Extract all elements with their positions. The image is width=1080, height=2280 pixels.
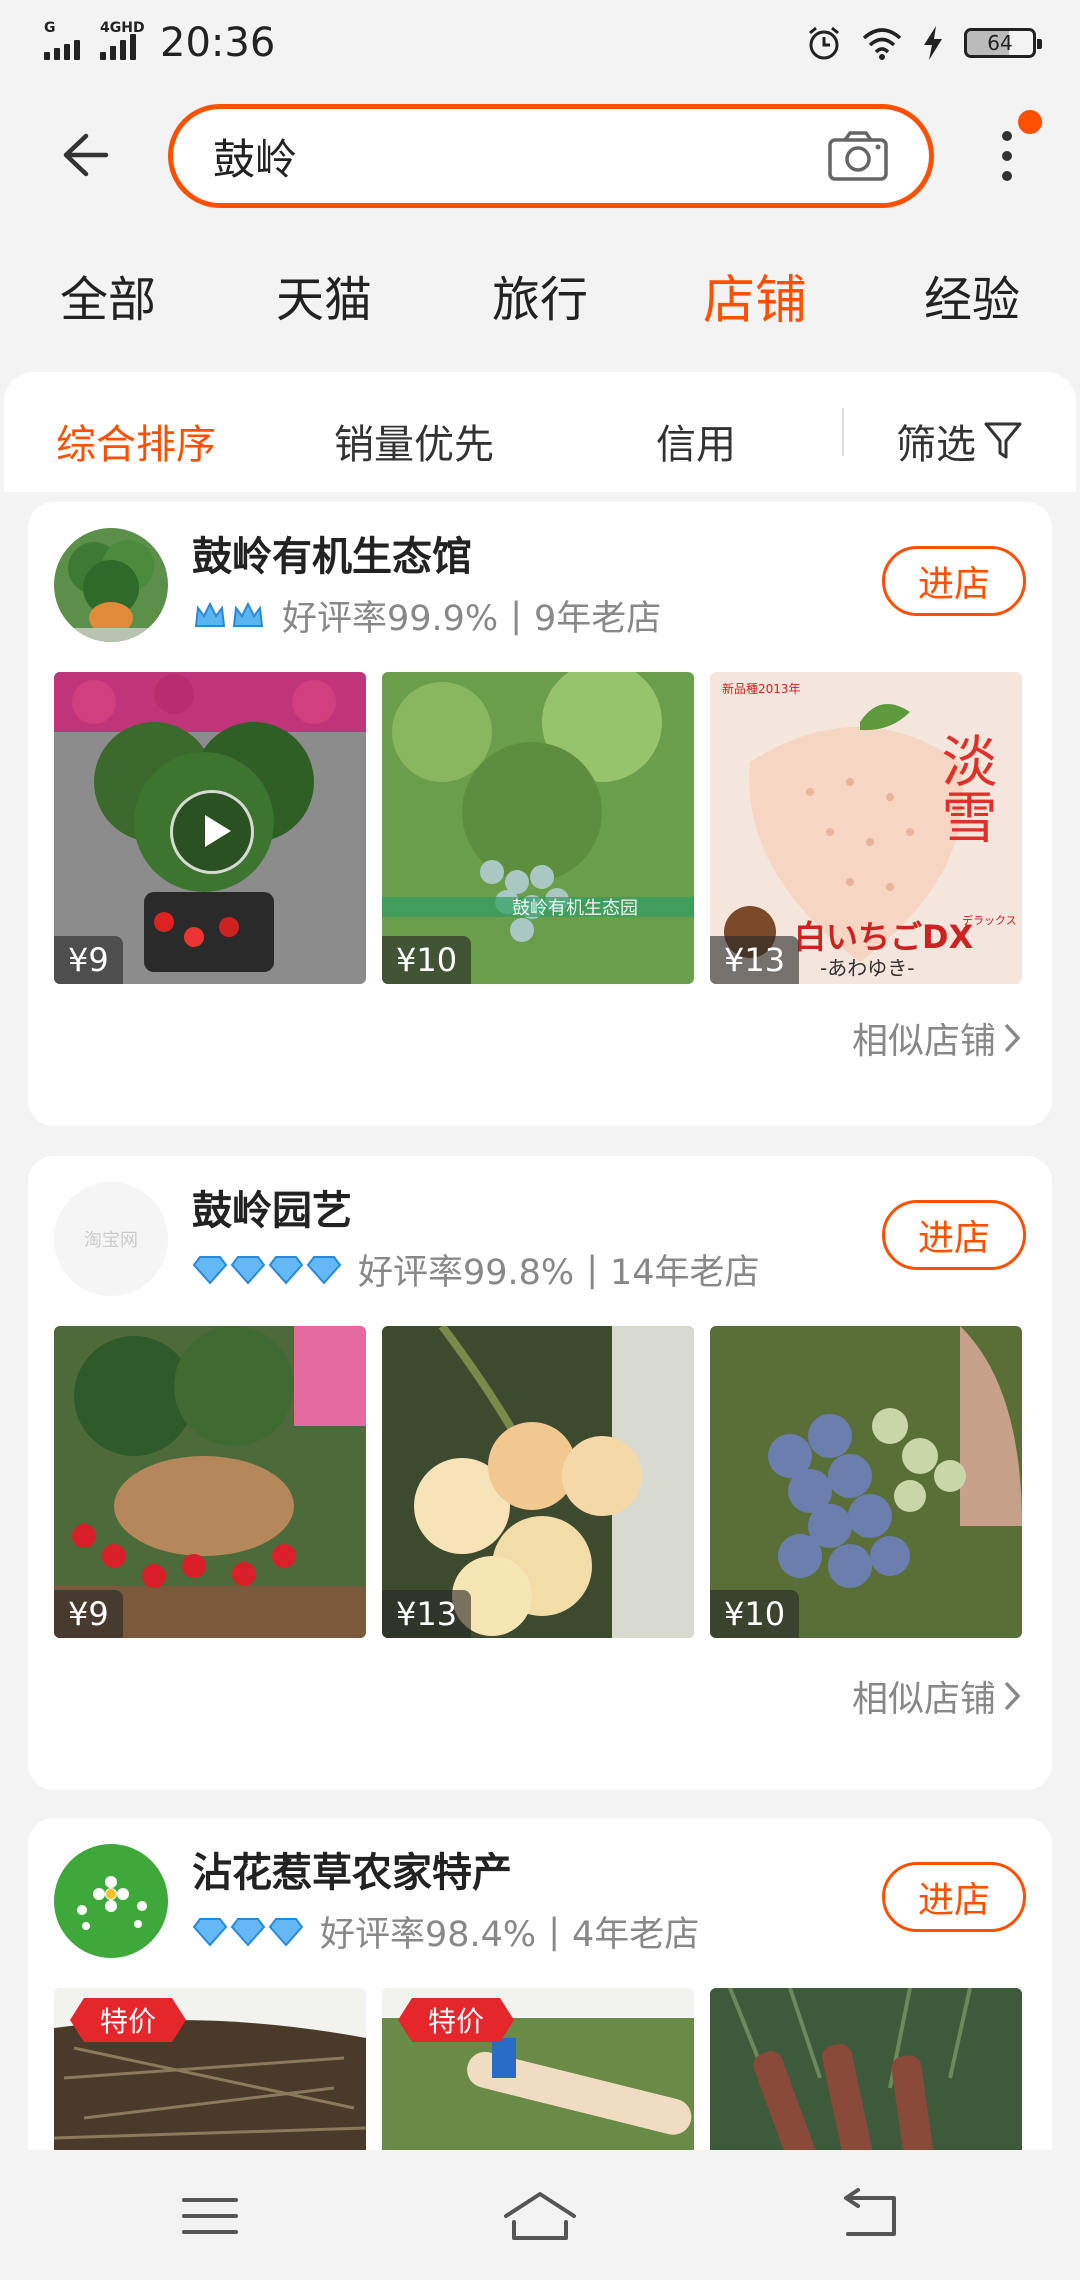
- rating: 好评率98.4%: [320, 1915, 537, 1955]
- tab-experience[interactable]: 经验: [924, 260, 1020, 330]
- shop-name[interactable]: 鼓岭有机生态馆: [192, 524, 472, 582]
- shop-meta: 好评率98.4% | 4年老店: [192, 1906, 699, 1957]
- product-thumbnail[interactable]: [710, 1988, 1022, 2150]
- battery-icon: 64: [964, 28, 1042, 58]
- price-tag: ¥10: [710, 1590, 800, 1638]
- product-thumbnail[interactable]: ¥13: [382, 1326, 694, 1638]
- filter-button[interactable]: 筛选: [896, 412, 1022, 470]
- diamond-icon: [268, 1255, 304, 1285]
- enter-shop-button[interactable]: 进店: [882, 1200, 1026, 1270]
- crown-icon: [194, 601, 226, 627]
- shop-age: 9年老店: [533, 599, 662, 639]
- price-tag: ¥13: [382, 1590, 472, 1638]
- charging-icon: [924, 26, 942, 60]
- system-nav-bar: [0, 2150, 1080, 2280]
- product-title-cn: 淡雪: [932, 732, 997, 844]
- enter-shop-button[interactable]: 进店: [882, 546, 1026, 616]
- shop-avatar[interactable]: 淘宝网: [54, 1182, 168, 1296]
- diamond-icon: [268, 1917, 304, 1947]
- product-thumbnail[interactable]: ¥9: [54, 672, 366, 984]
- sort-comprehensive[interactable]: 综合排序: [56, 412, 216, 470]
- diamond-badges: [192, 1254, 342, 1286]
- alarm-icon: [809, 26, 839, 60]
- rating: 好评率99.8%: [358, 1253, 575, 1293]
- divider: [842, 408, 844, 456]
- sort-credit[interactable]: 信用: [656, 412, 736, 470]
- search-category-tabs: 全部 天猫 旅行 店铺 经验: [0, 260, 1080, 340]
- signal-4g-icon: 4GHD: [100, 20, 145, 60]
- menu-icon[interactable]: [170, 2188, 250, 2244]
- product-thumbnail[interactable]: 鼓岭有机生态园 ¥10: [382, 672, 694, 984]
- similar-shops-link[interactable]: 相似店铺: [852, 1012, 1022, 1064]
- chevron-right-icon: [1004, 1023, 1021, 1053]
- clock: 20:36: [160, 20, 276, 66]
- shop-meta: 好评率99.8% | 14年老店: [192, 1244, 760, 1295]
- shop-card[interactable]: 鼓岭有机生态馆 好评率99.9% | 9年老店 进店 ¥9 鼓岭有机生态园 ¥1…: [28, 502, 1052, 1126]
- filter-label: 筛选: [896, 422, 976, 468]
- rating: 好评率99.9%: [282, 599, 499, 639]
- shop-avatar[interactable]: [54, 1844, 168, 1958]
- price-tag: ¥9: [54, 936, 123, 984]
- year-label: 新品種2013年: [722, 682, 801, 696]
- similar-shops-label: 相似店铺: [851, 1679, 996, 1720]
- watermark: 鼓岭有机生态园: [512, 898, 638, 919]
- tab-shops[interactable]: 店铺: [703, 258, 807, 333]
- shop-avatar[interactable]: [54, 528, 168, 642]
- tab-travel[interactable]: 旅行: [492, 260, 588, 330]
- diamond-icon: [230, 1917, 266, 1947]
- product-thumbnail[interactable]: 新品種2013年 淡雪 白いちごDX デラックス -あわゆき- ¥13: [710, 672, 1022, 984]
- similar-shops-link[interactable]: 相似店铺: [852, 1670, 1022, 1722]
- avatar-logo: 淘宝网: [84, 1230, 138, 1251]
- diamond-icon: [192, 1917, 228, 1947]
- product-row: 特价 特价: [54, 1988, 1022, 2150]
- wifi-icon: [862, 28, 902, 60]
- product-row: ¥9 鼓岭有机生态园 ¥10 新品種2013年 淡雪 白いちごDX デラックス …: [54, 672, 1022, 984]
- shop-age: 4年老店: [571, 1915, 700, 1955]
- camera-icon[interactable]: [827, 130, 889, 182]
- similar-shops-label: 相似店铺: [851, 1021, 996, 1062]
- price-tag: ¥10: [382, 936, 472, 984]
- back-nav-icon[interactable]: [830, 2188, 910, 2244]
- tab-all[interactable]: 全部: [60, 260, 156, 330]
- price-tag: ¥9: [54, 1590, 123, 1638]
- diamond-icon: [230, 1255, 266, 1285]
- product-row: ¥9 ¥13 ¥10: [54, 1326, 1022, 1638]
- play-video-icon[interactable]: [170, 790, 254, 874]
- product-thumbnail[interactable]: ¥10: [710, 1326, 1022, 1638]
- price-tag: ¥13: [710, 936, 800, 984]
- crown-badges: [192, 598, 266, 634]
- product-thumbnail[interactable]: 特价: [382, 1988, 694, 2150]
- shop-card[interactable]: 沾花惹草农家特产 好评率98.4% | 4年老店 进店 特价 特价: [28, 1818, 1052, 2150]
- special-price-tag: 特价: [397, 1998, 515, 2042]
- home-icon[interactable]: [500, 2188, 580, 2244]
- shop-meta: 好评率99.9% | 9年老店: [192, 590, 661, 641]
- product-thumbnail[interactable]: ¥9: [54, 1326, 366, 1638]
- shop-name[interactable]: 鼓岭园艺: [192, 1178, 352, 1236]
- diamond-icon: [306, 1255, 342, 1285]
- diamond-badges: [192, 1916, 304, 1948]
- status-bar: G 4GHD 20:36 64: [0, 0, 1080, 86]
- back-icon[interactable]: [50, 122, 116, 188]
- product-mark-jp: デラックス: [962, 914, 1017, 927]
- special-price-tag: 特价: [69, 1998, 187, 2042]
- diamond-icon: [192, 1255, 228, 1285]
- product-subtitle-jp: -あわゆき-: [820, 956, 915, 980]
- crown-icon: [232, 601, 264, 627]
- sort-sales[interactable]: 销量优先: [334, 412, 494, 470]
- search-query[interactable]: 鼓岭: [213, 126, 827, 187]
- search-header: 鼓岭: [0, 100, 1080, 210]
- chevron-right-icon: [1004, 1681, 1021, 1711]
- shop-name[interactable]: 沾花惹草农家特产: [192, 1840, 512, 1898]
- shop-age: 14年老店: [609, 1253, 760, 1293]
- product-thumbnail[interactable]: 特价: [54, 1988, 366, 2150]
- signal-icon: G: [44, 20, 80, 60]
- search-input[interactable]: 鼓岭: [168, 104, 934, 208]
- enter-shop-button[interactable]: 进店: [882, 1862, 1026, 1932]
- sort-bar: 综合排序 销量优先 信用 筛选: [4, 372, 1076, 492]
- notification-dot: [1018, 110, 1042, 134]
- shop-card[interactable]: 淘宝网 鼓岭园艺 好评率99.8% | 14年老店 进店 ¥9 ¥13 ¥10 …: [28, 1156, 1052, 1790]
- tab-tmall[interactable]: 天猫: [276, 260, 372, 330]
- filter-icon: [984, 422, 1022, 459]
